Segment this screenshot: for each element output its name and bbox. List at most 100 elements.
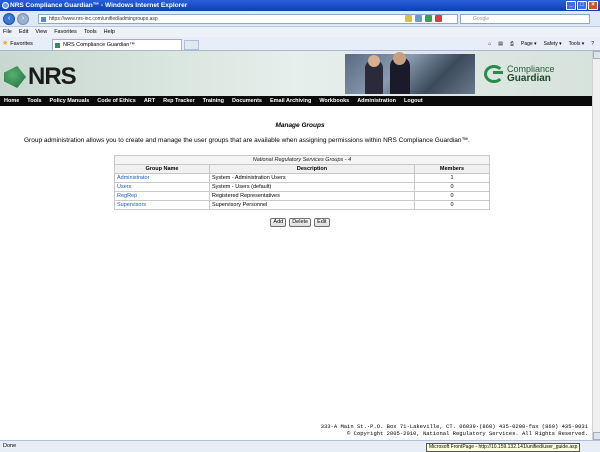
stop-icon[interactable] xyxy=(435,15,442,22)
table-row: RegRep Registered Representatives 0 xyxy=(114,191,490,201)
banner-photo xyxy=(345,52,475,94)
address-url: https://www.nrs-inc.com/unified/admingro… xyxy=(49,16,158,22)
group-description: Registered Representatives xyxy=(209,191,415,201)
site-nav: Home Tools Policy Manuals Code of Ethics… xyxy=(0,96,592,106)
add-button[interactable]: Add xyxy=(270,218,287,227)
menu-bar: File Edit View Favorites Tools Help xyxy=(0,27,600,37)
page-title: Manage Groups xyxy=(275,122,325,129)
nav-home[interactable]: Home xyxy=(4,96,19,106)
tab-title: NRS Compliance Guardian™ xyxy=(63,42,135,48)
scroll-down-button[interactable] xyxy=(593,432,600,440)
address-icons xyxy=(405,15,442,22)
page-icon xyxy=(41,17,46,22)
group-members: 0 xyxy=(414,200,490,210)
nav-code-of-ethics[interactable]: Code of Ethics xyxy=(97,96,136,106)
window-controls: _ □ × xyxy=(566,1,598,10)
nrs-logo-icon xyxy=(4,66,26,88)
menu-favorites[interactable]: Favorites xyxy=(54,27,77,37)
page-footer: 333-A Main St.∙P.O. Box 71∙Lakeville, CT… xyxy=(321,423,588,437)
nav-administration[interactable]: Administration xyxy=(357,96,396,106)
delete-button[interactable]: Delete xyxy=(289,218,312,227)
feeds-icon[interactable]: ▤ xyxy=(498,40,503,48)
table-caption: National Regulatory Services Groups - 4 xyxy=(114,155,490,165)
group-link[interactable]: RegRep xyxy=(114,191,210,201)
link-tooltip: Microsoft FrontPage - http://10.159.132.… xyxy=(426,443,581,452)
edit-button[interactable]: Edit xyxy=(314,218,330,227)
page-intro: Group administration allows you to creat… xyxy=(24,137,470,144)
group-description: Supervisory Personnel xyxy=(209,200,415,210)
print-icon[interactable]: ⎙ xyxy=(510,40,514,48)
scroll-up-button[interactable] xyxy=(593,51,600,59)
favorites-button[interactable]: ★ Favorites xyxy=(2,40,33,48)
groups-table: National Regulatory Services Groups - 4 … xyxy=(114,155,490,210)
group-members: 0 xyxy=(414,191,490,201)
nav-email-archiving[interactable]: Email Archiving xyxy=(270,96,311,106)
page-content: NRS Compliance Guardian Home Tools Polic… xyxy=(0,51,600,440)
window-title: NRS Compliance Guardian™ - Windows Inter… xyxy=(10,2,188,9)
compat-icon[interactable] xyxy=(415,15,422,22)
group-description: System - Administration Users xyxy=(209,173,415,183)
back-button[interactable]: ‹ xyxy=(3,13,15,25)
new-tab-button[interactable] xyxy=(184,40,199,50)
table-row: Users System - Users (default) 0 xyxy=(114,182,490,192)
group-link[interactable]: Supervisors xyxy=(114,200,210,210)
favorites-label: Favorites xyxy=(10,41,33,47)
group-members: 0 xyxy=(414,182,490,192)
nrs-logo-text: NRS xyxy=(28,63,77,90)
close-button[interactable]: × xyxy=(588,1,598,10)
nrs-logo[interactable]: NRS xyxy=(4,63,77,91)
product-line2: Guardian xyxy=(507,73,551,84)
footer-address: 333-A Main St.∙P.O. Box 71∙Lakeville, CT… xyxy=(320,423,588,430)
nav-tools[interactable]: Tools xyxy=(27,96,41,106)
address-input[interactable]: https://www.nrs-inc.com/unified/admingro… xyxy=(38,14,458,24)
table-row: Supervisors Supervisory Personnel 0 xyxy=(114,200,490,210)
address-toolbar: ‹ › https://www.nrs-inc.com/unified/admi… xyxy=(0,11,600,27)
ie-icon xyxy=(2,2,9,9)
refresh-icon[interactable] xyxy=(425,15,432,22)
lock-icon[interactable] xyxy=(405,15,412,22)
header-members: Members xyxy=(414,164,490,174)
nav-workbooks[interactable]: Workbooks xyxy=(319,96,349,106)
menu-tools[interactable]: Tools xyxy=(84,27,97,37)
menu-file[interactable]: File xyxy=(3,27,12,37)
nav-training[interactable]: Training xyxy=(203,96,224,106)
nav-policy-manuals[interactable]: Policy Manuals xyxy=(50,96,90,106)
minimize-button[interactable]: _ xyxy=(566,1,576,10)
command-page[interactable]: Page ▾ xyxy=(521,40,537,48)
help-icon[interactable]: ? xyxy=(591,40,594,48)
menu-edit[interactable]: Edit xyxy=(19,27,28,37)
guardian-g-icon xyxy=(484,65,504,83)
group-link[interactable]: Users xyxy=(114,182,210,192)
menu-view[interactable]: View xyxy=(35,27,47,37)
forward-button[interactable]: › xyxy=(17,13,29,25)
site-banner: NRS Compliance Guardian xyxy=(0,51,592,96)
vertical-scrollbar[interactable] xyxy=(592,51,600,440)
status-text: Done xyxy=(3,443,17,449)
nav-art[interactable]: ART xyxy=(144,96,155,106)
nav-logout[interactable]: Logout xyxy=(404,96,423,106)
command-tools[interactable]: Tools ▾ xyxy=(569,40,585,48)
table-row: Administrator System - Administration Us… xyxy=(114,173,490,183)
window-titlebar: NRS Compliance Guardian™ - Windows Inter… xyxy=(0,0,600,11)
header-description: Description xyxy=(209,164,415,174)
tab-favicon-icon xyxy=(55,43,60,48)
footer-copyright: © Copyright 2005-2010, National Regulato… xyxy=(347,430,588,437)
browser-tab[interactable]: NRS Compliance Guardian™ xyxy=(52,39,182,50)
group-actions: Add Delete Edit xyxy=(0,218,600,227)
home-icon[interactable]: ⌂ xyxy=(488,40,491,48)
menu-help[interactable]: Help xyxy=(104,27,115,37)
group-description: System - Users (default) xyxy=(209,182,415,192)
search-placeholder: Google xyxy=(473,16,490,22)
favorites-bar: ★ Favorites NRS Compliance Guardian™ ⌂ ▤… xyxy=(0,37,600,51)
command-safety[interactable]: Safety ▾ xyxy=(544,40,562,48)
command-bar: ⌂ ▤ ⎙ Page ▾ Safety ▾ Tools ▾ ? xyxy=(488,40,594,48)
group-link[interactable]: Administrator xyxy=(114,173,210,183)
group-members: 1 xyxy=(414,173,490,183)
maximize-button[interactable]: □ xyxy=(577,1,587,10)
nav-documents[interactable]: Documents xyxy=(232,96,262,106)
favorites-star-icon: ★ xyxy=(2,40,9,47)
compliance-guardian-logo: Compliance Guardian xyxy=(484,65,555,84)
nav-rep-tracker[interactable]: Rep Tracker xyxy=(163,96,195,106)
search-input[interactable]: Google xyxy=(460,14,590,24)
header-group-name: Group Name xyxy=(114,164,210,174)
